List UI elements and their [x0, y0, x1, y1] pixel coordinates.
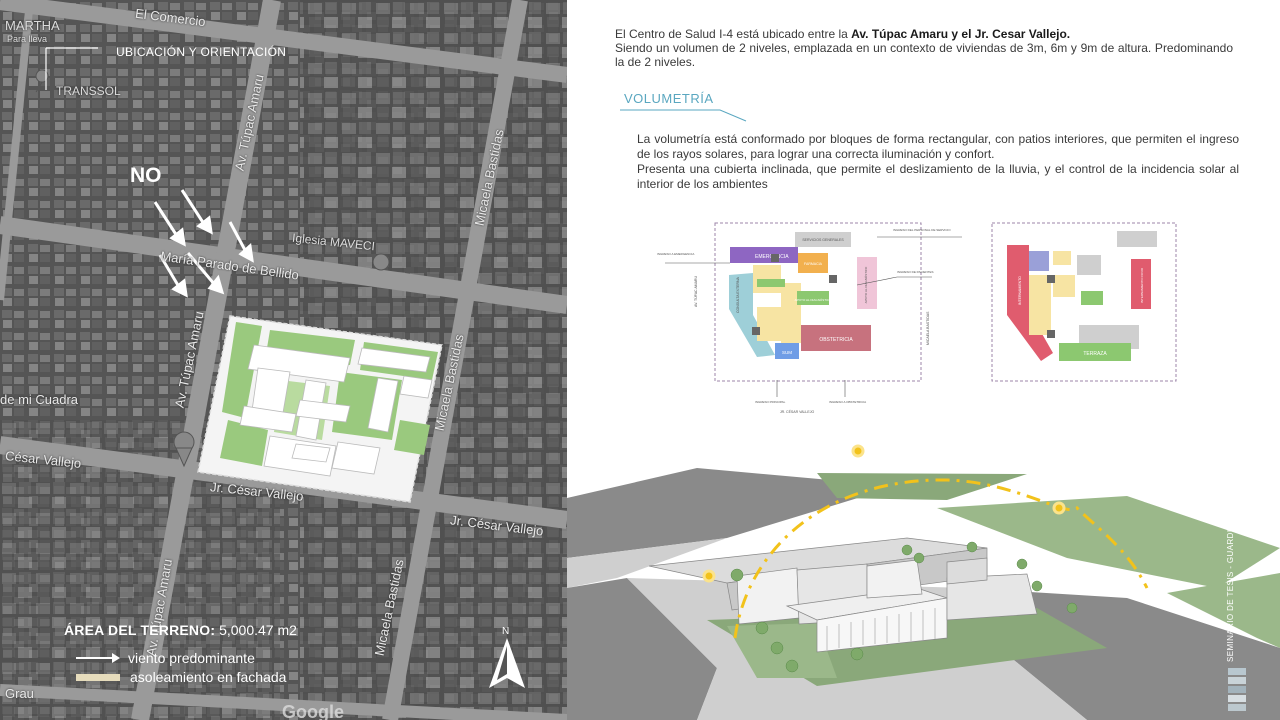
plan1-consulta-label: CONSULTA EXTERNA [736, 276, 740, 313]
location-map: MARTHA Para lleva TRANSSOL Iglesia MAVEC… [0, 0, 567, 720]
legend-sun: asoleamiento en fachada [76, 669, 286, 685]
intro-text-a: El Centro de Salud I-4 está ubicado entr… [615, 27, 852, 41]
side-caption: SEMINARIO DE TESIS - GUARDIA [1226, 512, 1240, 662]
area-label: ÁREA DEL TERRENO: 5,000.47 m2 [64, 622, 297, 638]
plan1-ingreso-emergencia: INGRESO A EMERGENCIA [657, 252, 694, 256]
plan2-terraza-label: TERRAZA [1083, 351, 1107, 357]
street-mi-cuadra: de mi Cuadra [0, 392, 79, 407]
volumetric-render [567, 438, 1280, 720]
zoning-floor-plans: SERVICIOS GENERALES EMERGENCIA FARMACIA … [657, 222, 1177, 414]
volumetria-text: La volumetría está conformado por bloque… [637, 132, 1239, 192]
color-swatch-stack [1228, 668, 1246, 713]
volumetria-title: VOLUMETRÍA [624, 91, 714, 106]
volumetria-p2: Presenta una cubierta inclinada, que per… [637, 162, 1239, 191]
street-grau: Grau [5, 686, 34, 701]
plan1-ingreso-principal: INGRESO PRINCIPAL [755, 400, 786, 404]
google-logo: Google [282, 702, 344, 720]
place-transsol: TRANSSOL [56, 84, 121, 98]
north-label: N [502, 626, 509, 637]
plan1-apoyo-label: APOYO AL DIAGNÓSTICO [863, 266, 868, 303]
plan1-apoyo-green-label: APOYO AL DIAGNÓSTICO [795, 297, 832, 302]
volumetria-p1: La volumetría está conformado por bloque… [637, 132, 1239, 161]
plan1-sum-label: SUM [782, 350, 792, 355]
plan2-internamiento-label: INTERNAMIENTO [1018, 276, 1022, 305]
wind-arrow-icon [76, 653, 120, 663]
plan1-farmacia-label: FARMACIA [804, 262, 823, 266]
plan2-covid-label: INTERNAMIENTO COVID [1140, 267, 1144, 303]
intro-text: El Centro de Salud I-4 está ubicado entr… [615, 27, 1233, 69]
volumetria-underline [620, 109, 747, 122]
legend-wind-label: viento predominante [128, 650, 255, 666]
wind-direction-label: NO [130, 164, 162, 187]
intro-text-b: Siendo un volumen de 2 niveles, emplazad… [615, 41, 1233, 69]
plan1-ingreso-obstetricia: INGRESO A OBSTETRICIA [829, 400, 866, 404]
plan1-obstetricia-label: OBSTETRICIA [819, 337, 853, 343]
place-martha: MARTHA [5, 18, 60, 33]
site-plan-overlay [197, 315, 443, 503]
satellite-map-image [0, 0, 567, 720]
north-arrow-icon: N [485, 624, 529, 697]
plan1-ingreso-pacientes: INGRESO DE PACIENTES [897, 270, 933, 274]
area-label-title: ÁREA DEL TERRENO: [64, 622, 216, 638]
side-caption-text: SEMINARIO DE TESIS - GUARDIA [1226, 523, 1235, 662]
plan1-servicios-label: SERVICIOS GENERALES [802, 238, 844, 242]
map-title: UBICACIÓN Y ORIENTACIÓN [116, 45, 287, 59]
sun-facade-swatch [76, 673, 120, 681]
legend-sun-label: asoleamiento en fachada [130, 669, 287, 685]
plan1-av-tupac: AV. TÚPAC AMARU [694, 276, 698, 307]
place-martha-sub: Para lleva [7, 34, 48, 44]
plan1-ingreso-personal: INGRESO DEL PERSONAL DE SERVICIO [893, 228, 951, 232]
intro-text-bold: Av. Túpac Amaru y el Jr. Cesar Vallejo. [851, 27, 1071, 41]
legend-wind: viento predominante [76, 650, 255, 666]
area-value: 5,000.47 m2 [219, 622, 297, 638]
plan1-jr-vallejo: JR. CÉSAR VALLEJO [780, 409, 815, 414]
content-panel: El Centro de Salud I-4 está ubicado entr… [567, 0, 1280, 720]
plan1-micaela: MICAELA BASTIDAS [926, 311, 930, 345]
